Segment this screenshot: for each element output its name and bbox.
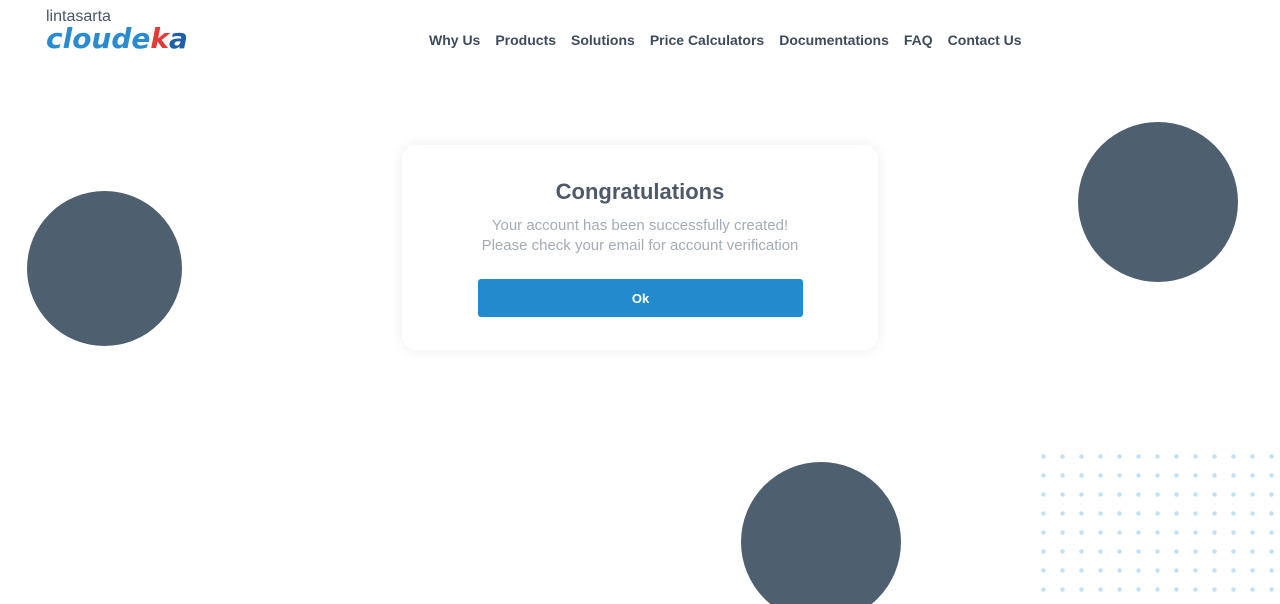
decorative-circle-right xyxy=(1078,122,1238,282)
nav-price-calculators[interactable]: Price Calculators xyxy=(650,32,764,48)
decorative-circle-left xyxy=(27,191,182,346)
cloudeka-logo[interactable]: lintasarta cloudeka xyxy=(46,8,206,56)
logo-cloudeka-text: cloudeka xyxy=(46,24,188,54)
ok-button[interactable]: Ok xyxy=(478,279,803,317)
nav-solutions[interactable]: Solutions xyxy=(571,32,635,48)
page: lintasarta cloudeka Why Us Products Solu… xyxy=(0,0,1280,604)
decorative-circle-bottom xyxy=(741,462,901,604)
decorative-dot-grid xyxy=(1034,447,1280,604)
logo-part-3: a xyxy=(169,22,188,55)
nav-faq[interactable]: FAQ xyxy=(904,32,933,48)
dialog-title: Congratulations xyxy=(555,179,725,204)
logo-part-1: cloude xyxy=(46,22,151,55)
nav-contact-us[interactable]: Contact Us xyxy=(948,32,1022,48)
dialog-message-line-2: Please check your email for account veri… xyxy=(481,237,799,254)
success-dialog: Congratulations Your account has been su… xyxy=(402,145,878,350)
logo-part-2: k xyxy=(150,22,170,55)
dialog-message-line-1: Your account has been successfully creat… xyxy=(491,217,789,234)
nav-why-us[interactable]: Why Us xyxy=(429,32,480,48)
nav-products[interactable]: Products xyxy=(495,32,556,48)
main-nav: Why Us Products Solutions Price Calculat… xyxy=(429,30,1022,50)
nav-documentations[interactable]: Documentations xyxy=(779,32,889,48)
